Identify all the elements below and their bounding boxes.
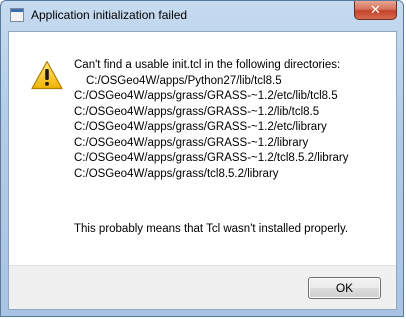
title-bar[interactable]: Application initialization failed ✕ [1, 1, 403, 31]
ok-button[interactable]: OK [308, 277, 381, 299]
message-line: Can't find a usable init.tcl in the foll… [74, 59, 341, 71]
message-line: C:/OSGeo4W/apps/grass/GRASS-~1.2/library [74, 136, 309, 149]
message-line: C:/OSGeo4W/apps/grass/tcl8.5.2/library [74, 167, 279, 180]
error-message: Can't find a usable init.tcl in the foll… [74, 58, 349, 182]
close-icon: ✕ [370, 2, 381, 18]
dialog-window: Application initialization failed ✕ Can'… [0, 0, 404, 317]
window-title: Application initialization failed [31, 8, 188, 22]
button-bar: OK [9, 265, 396, 309]
message-line: C:/OSGeo4W/apps/grass/GRASS-~1.2/lib/tcl… [74, 105, 320, 118]
footer-message: This probably means that Tcl wasn't inst… [74, 223, 349, 235]
message-line: C:/OSGeo4W/apps/grass/GRASS-~1.2/tcl8.5.… [74, 152, 349, 164]
dialog-content: Can't find a usable init.tcl in the foll… [8, 31, 397, 310]
message-line: C:/OSGeo4W/apps/grass/GRASS-~1.2/etc/lib… [74, 121, 327, 133]
message-line: C:/OSGeo4W/apps/grass/GRASS-~1.2/etc/lib… [74, 90, 338, 102]
warning-icon [31, 60, 63, 90]
close-button[interactable]: ✕ [354, 1, 397, 20]
app-window-icon [10, 8, 24, 22]
message-line: C:/OSGeo4W/apps/Python27/lib/tcl8.5 [86, 74, 282, 87]
